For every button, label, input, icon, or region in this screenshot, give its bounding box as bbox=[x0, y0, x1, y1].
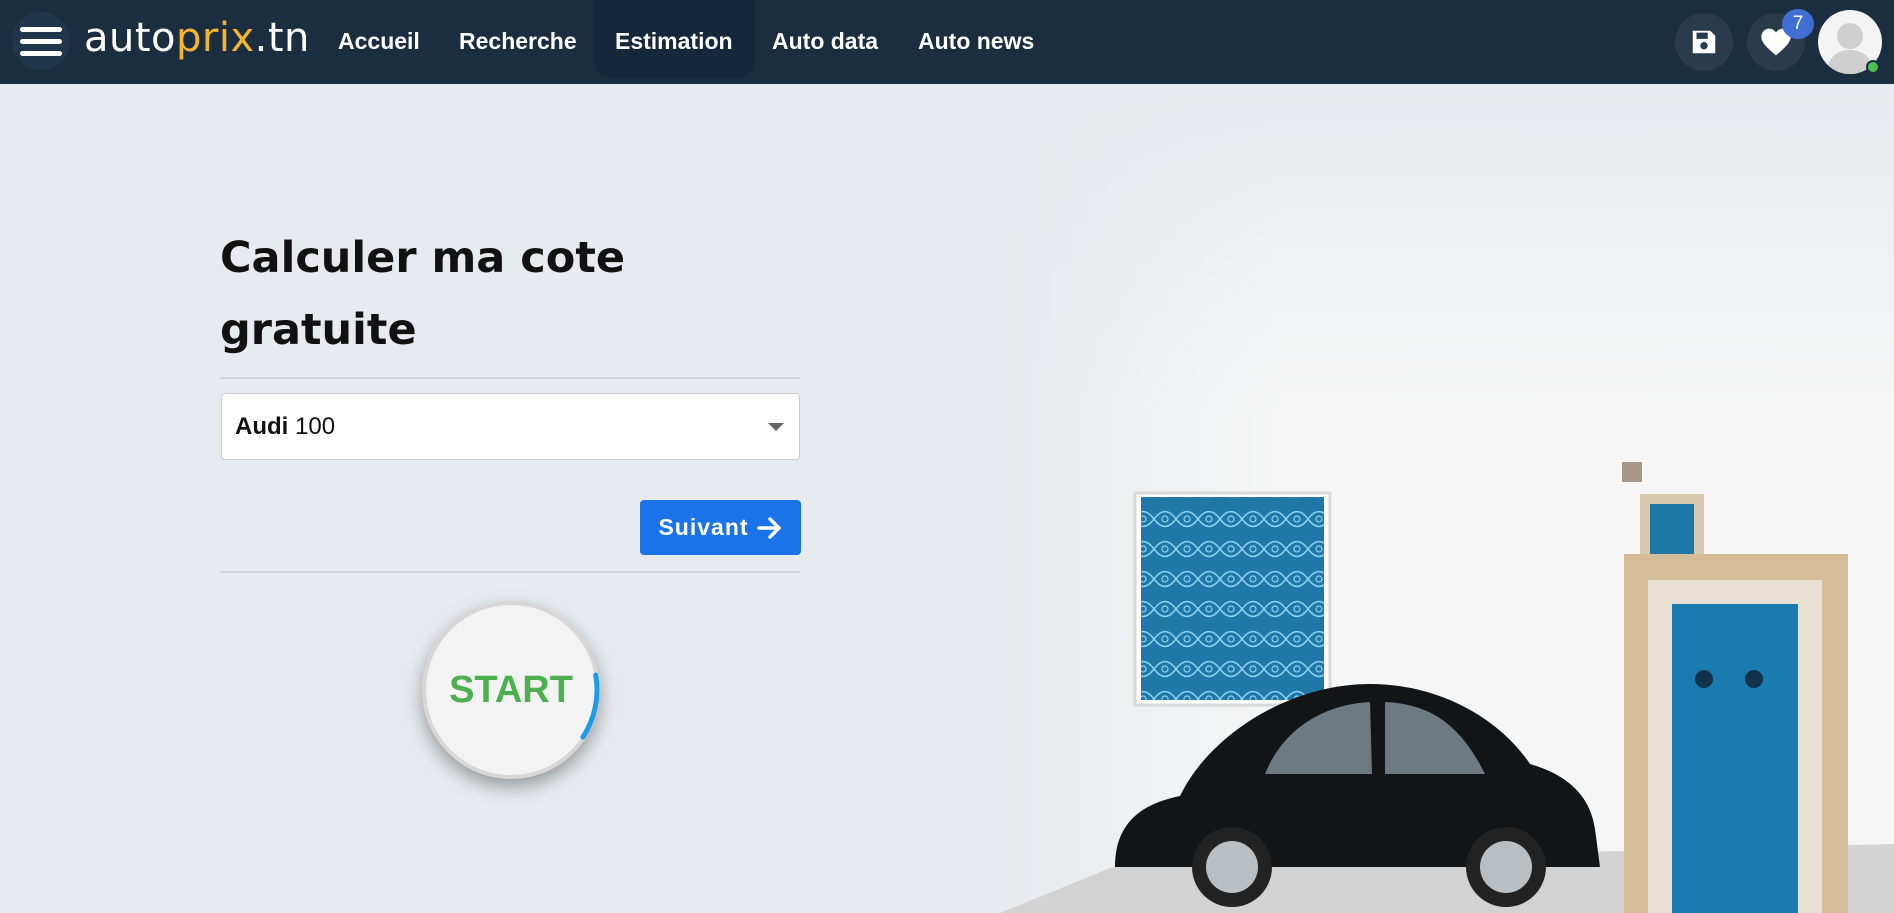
next-button-label: Suivant bbox=[658, 514, 749, 540]
nav-accueil[interactable]: Accueil bbox=[316, 0, 442, 78]
menu-icon[interactable] bbox=[12, 12, 70, 70]
save-button[interactable] bbox=[1675, 13, 1733, 71]
online-status-dot bbox=[1866, 60, 1880, 74]
logo-auto: auto bbox=[84, 15, 177, 61]
arrow-right-icon bbox=[756, 516, 781, 539]
start-button[interactable]: START bbox=[422, 601, 600, 779]
chevron-down-icon bbox=[768, 423, 784, 431]
nav-estimation[interactable]: Estimation bbox=[593, 0, 755, 78]
site-logo[interactable]: autoprix.tn bbox=[84, 10, 310, 66]
select-model: 100 bbox=[295, 413, 336, 440]
top-navbar: autoprix.tn Accueil Recherche Estimation… bbox=[0, 0, 1894, 84]
select-brand: Audi bbox=[235, 413, 289, 440]
nav-recherche[interactable]: Recherche bbox=[437, 0, 599, 78]
start-progress-ring bbox=[422, 601, 600, 779]
nav-auto-news[interactable]: Auto news bbox=[896, 0, 1056, 78]
divider-bottom bbox=[220, 571, 800, 573]
page-title: Calculer ma cote gratuite bbox=[220, 233, 626, 355]
nav-auto-data[interactable]: Auto data bbox=[750, 0, 900, 78]
hero-illustration bbox=[1000, 84, 1894, 913]
car-model-select[interactable]: Audi 100 bbox=[221, 393, 800, 460]
next-button[interactable]: Suivant bbox=[640, 500, 801, 555]
favorites-count-badge: 7 bbox=[1782, 9, 1814, 39]
select-value: Audi 100 bbox=[235, 394, 335, 460]
save-icon bbox=[1692, 30, 1716, 54]
logo-tn: .tn bbox=[254, 15, 310, 61]
logo-prix: prix bbox=[176, 15, 255, 61]
divider-top bbox=[220, 377, 800, 379]
